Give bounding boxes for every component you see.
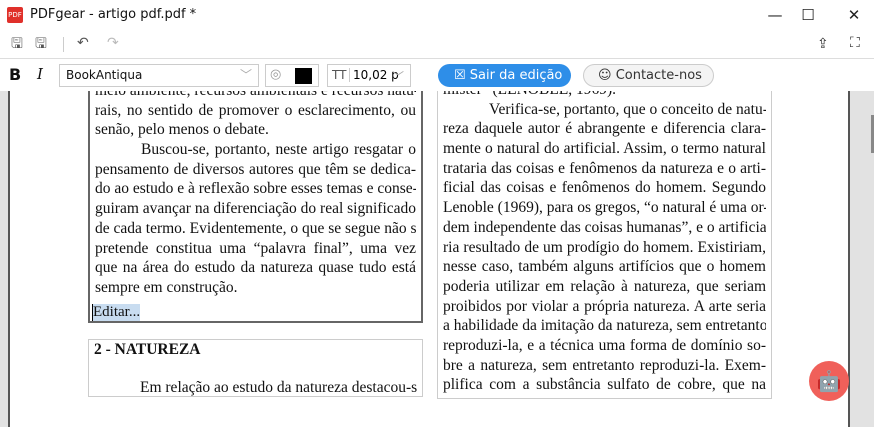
bold-button[interactable]: B <box>9 65 21 84</box>
text-block-editing[interactable]: meio ambiente, recursos ambientais e rec… <box>88 79 423 323</box>
text-line: reproduzi-la, e a técnica uma forma de d… <box>443 336 766 354</box>
contact-button[interactable]: ☺ Contacte-nos <box>583 64 714 87</box>
text-line: rais, no sentido de promover o esclareci… <box>95 101 416 119</box>
window-title: PDFgear - artigo pdf.pdf * <box>30 7 197 22</box>
text-block[interactable]: 2 - NATUREZA Em relação ao estudo da nat… <box>88 339 423 397</box>
text-line: ficial das coisas e fenômenos do homem. … <box>443 179 766 197</box>
text-line: pensamento de diversos autores que têm s… <box>95 160 416 178</box>
text-line: plifica com a substância sulfato de cobr… <box>443 376 766 394</box>
text-line: poderia utilizar em relação à natureza, … <box>443 277 766 295</box>
save-as-icon[interactable]: 🖫 <box>35 36 47 52</box>
undo-icon[interactable]: ↶ <box>77 35 89 51</box>
text-line: proibidos por violar a própria natureza.… <box>443 297 766 315</box>
text-line: ria resultado de um prodígio do homem. E… <box>443 238 766 256</box>
font-value: BookAntiqua <box>66 68 143 82</box>
exit-edit-button[interactable]: ☒ Sair da edição <box>438 64 571 87</box>
chevron-down-icon: ﹀ <box>391 70 404 84</box>
divider <box>63 37 64 52</box>
color-swatch[interactable] <box>295 68 312 84</box>
font-size-select[interactable]: TT 10,02 p ﹀ <box>327 64 411 87</box>
fullscreen-icon[interactable]: ⛶ <box>850 35 860 51</box>
chevron-down-icon: ﹀ <box>239 68 252 82</box>
text-line: Lenoble (1969), para os gregos, “o natur… <box>443 199 766 217</box>
section-heading: 2 - NATUREZA <box>94 341 201 358</box>
text-line: Buscou-se, portanto, neste artigo resgat… <box>141 141 416 159</box>
text-line: de cada termo. Evidentemente, o que se s… <box>95 219 416 237</box>
ai-assistant-icon[interactable]: 🤖 <box>809 361 849 401</box>
text-line: guiram avançar na diferenciação do real … <box>95 200 416 218</box>
text-line: sempre em construção. <box>95 278 238 296</box>
pdf-page: meio ambiente, recursos ambientais e rec… <box>8 79 850 427</box>
quick-toolbar: 🖫 🖫 ↶ ↷ ⇪ ⛶ <box>0 32 874 57</box>
text-line: pretende constitua uma “palavra final”, … <box>95 239 416 257</box>
text-line: a habilidade da imitação da natureza, se… <box>443 317 766 335</box>
app-logo-icon: PDF <box>7 7 23 23</box>
text-size-icon: TT <box>332 68 351 82</box>
text-line: senão, pelo menos o debate. <box>95 121 269 139</box>
text-line: que na área do estudo da natureza quase … <box>95 259 416 277</box>
redo-icon[interactable]: ↷ <box>107 35 119 51</box>
text-line: mente o natural do artificial. Assim, o … <box>443 140 766 158</box>
text-line: bre a natureza, sem entretanto reproduzi… <box>443 356 766 374</box>
exit-edit-label: Sair da edição <box>469 68 563 83</box>
text-line: do ao estudo e à reflexão sobre esses te… <box>95 180 416 198</box>
text-line: nesse caso, também alguns artifícios que… <box>443 258 766 276</box>
document-viewer: meio ambiente, recursos ambientais e rec… <box>0 79 874 427</box>
color-picker[interactable]: ◎ <box>265 64 319 87</box>
support-icon: ☺ <box>598 68 616 83</box>
text-line: dem independente das coisas humanas”, e … <box>443 218 766 236</box>
contact-label: Contacte-nos <box>615 68 702 83</box>
text-line: trataria das coisas e fenômenos da natur… <box>443 159 766 177</box>
font-select[interactable]: BookAntiqua ﹀ <box>59 64 259 87</box>
color-wheel-icon: ◎ <box>270 67 282 82</box>
close-button[interactable]: ✕ <box>831 4 874 28</box>
edit-placeholder[interactable]: Editar... <box>92 304 141 321</box>
edit-toolbar: B I BookAntiqua ﹀ ◎ TT 10,02 p ﹀ ☒ Sair d… <box>0 58 874 91</box>
share-icon[interactable]: ⇪ <box>817 36 829 52</box>
text-block[interactable]: mister” (LENOBLE, 1969).Verifica-se, por… <box>437 79 772 399</box>
close-box-icon: ☒ <box>454 68 470 83</box>
italic-button[interactable]: I <box>37 65 43 83</box>
title-bar: PDF PDFgear - artigo pdf.pdf * — ☐ ✕ <box>0 0 874 32</box>
save-icon[interactable]: 🖫 <box>11 36 23 52</box>
maximize-button[interactable]: ☐ <box>785 4 831 28</box>
text-line: Verifica-se, portanto, que o conceito de… <box>489 100 766 118</box>
text-line: Em relação ao estudo da natureza destaco… <box>140 379 417 396</box>
text-line: reza daquele autor é abrangente e difere… <box>443 120 766 138</box>
